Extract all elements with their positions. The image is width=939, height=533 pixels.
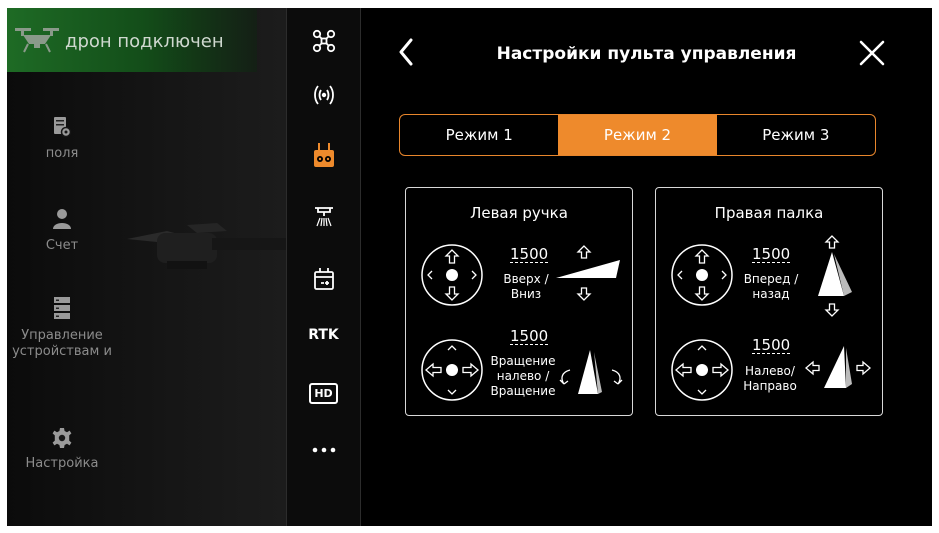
drone-connected-icon bbox=[15, 28, 59, 53]
joystick-horizontal-icon bbox=[421, 339, 483, 401]
drone-background-image bbox=[127, 223, 287, 269]
battery-settings-button[interactable] bbox=[287, 264, 360, 294]
rtk-settings-button[interactable]: RTK bbox=[287, 324, 360, 346]
yaw-indicator-icon bbox=[559, 350, 623, 394]
remote-controller-icon bbox=[313, 143, 334, 167]
connection-status-text: дрон подключен bbox=[65, 31, 224, 52]
gear-icon bbox=[52, 428, 72, 448]
spray-settings-button[interactable] bbox=[287, 202, 360, 232]
tab-mode-2[interactable]: Режим 2 bbox=[558, 115, 717, 155]
nav-item-label: Счет bbox=[45, 238, 79, 253]
yaw-value: 1500 bbox=[510, 327, 549, 345]
roll-indicator-icon bbox=[805, 346, 871, 388]
more-settings-button[interactable] bbox=[287, 440, 360, 460]
signal-settings-button[interactable] bbox=[287, 80, 360, 110]
pitch-indicator-icon bbox=[818, 235, 852, 317]
battery-icon bbox=[313, 268, 334, 290]
close-icon[interactable] bbox=[858, 39, 886, 67]
left-sidebar: дрон подключен поля Счет Управление устр… bbox=[7, 8, 287, 526]
pitch-value: 1500 bbox=[752, 245, 791, 263]
user-icon bbox=[53, 209, 71, 229]
signal-icon bbox=[313, 85, 334, 105]
more-icon bbox=[312, 447, 335, 453]
roll-label: Налево/ Направо bbox=[743, 364, 797, 393]
joystick-vertical-icon bbox=[671, 244, 733, 306]
nav-item-label: Настройка bbox=[25, 456, 99, 471]
hd-settings-button[interactable]: HD bbox=[287, 380, 360, 406]
tab-mode-1[interactable]: Режим 1 bbox=[400, 115, 558, 155]
throttle-value: 1500 bbox=[510, 245, 549, 263]
drone-icon bbox=[312, 29, 335, 53]
left-stick-title: Левая ручка bbox=[470, 204, 568, 222]
roll-value: 1500 bbox=[752, 336, 791, 354]
pitch-label: Вперед / назад bbox=[743, 272, 799, 301]
remote-settings-panel: Настройки пульта управления Режим 1 Режи… bbox=[361, 8, 932, 526]
nav-item-fields[interactable]: поля bbox=[7, 116, 117, 162]
app-screen: дрон подключен поля Счет Управление устр… bbox=[7, 8, 932, 526]
right-stick-card: Правая палка 1500 Вперед / назад 1500 На… bbox=[655, 187, 883, 416]
page-title: Настройки пульта управления bbox=[496, 44, 797, 64]
aircraft-settings-button[interactable] bbox=[287, 26, 360, 56]
nav-item-label: поля bbox=[45, 146, 79, 161]
nav-item-device-management[interactable]: Управление устройствам и bbox=[7, 296, 117, 360]
left-stick-card: Левая ручка 1500 Вверх / Вниз 1500 Враще… bbox=[405, 187, 633, 416]
settings-category-strip: RTK HD bbox=[287, 8, 360, 526]
nav-item-label: Управление устройствам и bbox=[12, 328, 112, 359]
nav-item-settings[interactable]: Настройка bbox=[7, 428, 117, 472]
hd-icon: HD bbox=[309, 382, 338, 404]
joystick-vertical-icon bbox=[421, 244, 483, 306]
nav-item-account[interactable]: Счет bbox=[7, 208, 117, 254]
right-stick-title: Правая палка bbox=[714, 204, 824, 222]
throttle-indicator-icon bbox=[556, 245, 620, 301]
spray-icon bbox=[314, 207, 333, 227]
connection-status-bar: дрон подключен bbox=[7, 8, 257, 72]
tab-mode-3[interactable]: Режим 3 bbox=[717, 115, 875, 155]
mode-selector: Режим 1 Режим 2 Режим 3 bbox=[399, 114, 876, 156]
throttle-label: Вверх / Вниз bbox=[503, 272, 549, 301]
device-icon bbox=[54, 297, 70, 319]
joystick-horizontal-icon bbox=[671, 339, 733, 401]
yaw-label: Вращение налево / Вращение bbox=[490, 354, 556, 398]
fields-icon bbox=[54, 117, 72, 138]
remote-controller-settings-button[interactable] bbox=[287, 141, 360, 171]
